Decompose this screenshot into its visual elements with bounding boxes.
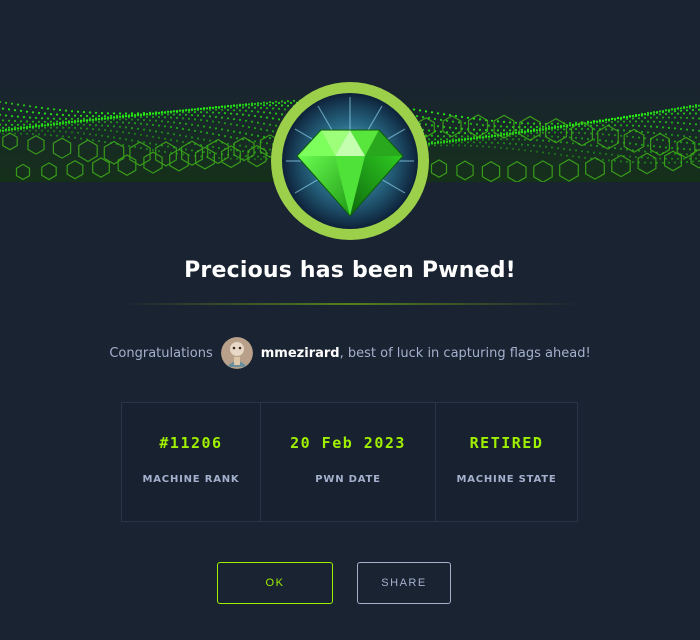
stats-panel: #11206 MACHINE RANK 20 Feb 2023 PWN DATE… — [121, 402, 578, 522]
stat-machine-state: RETIRED MACHINE STATE — [436, 403, 577, 521]
pwn-date-label: PWN DATE — [315, 474, 381, 485]
username-link[interactable]: mmezirard — [261, 346, 340, 361]
pwned-dialog: Precious has been Pwned! Congratulations… — [0, 0, 700, 640]
stat-machine-rank: #11206 MACHINE RANK — [122, 403, 261, 521]
machine-rank-value: #11206 — [159, 434, 223, 452]
machine-rank-label: MACHINE RANK — [142, 474, 240, 485]
machine-state-label: MACHINE STATE — [456, 474, 557, 485]
congrats-suffix: , best of luck in capturing flags ahead! — [339, 345, 591, 361]
title-divider — [120, 303, 580, 305]
page-title: Precious has been Pwned! — [184, 258, 516, 283]
ok-button[interactable]: OK — [217, 562, 333, 604]
congrats-prefix: Congratulations — [109, 345, 213, 361]
pwn-date-value: 20 Feb 2023 — [290, 434, 406, 452]
machine-state-value: RETIRED — [469, 434, 544, 452]
avatar[interactable] — [220, 337, 253, 369]
congrats-message: Congratulations mmezirard , best of luck… — [0, 336, 700, 370]
green-gem-icon — [269, 80, 431, 242]
stat-pwn-date: 20 Feb 2023 PWN DATE — [261, 403, 436, 521]
share-button[interactable]: SHARE — [357, 562, 451, 604]
